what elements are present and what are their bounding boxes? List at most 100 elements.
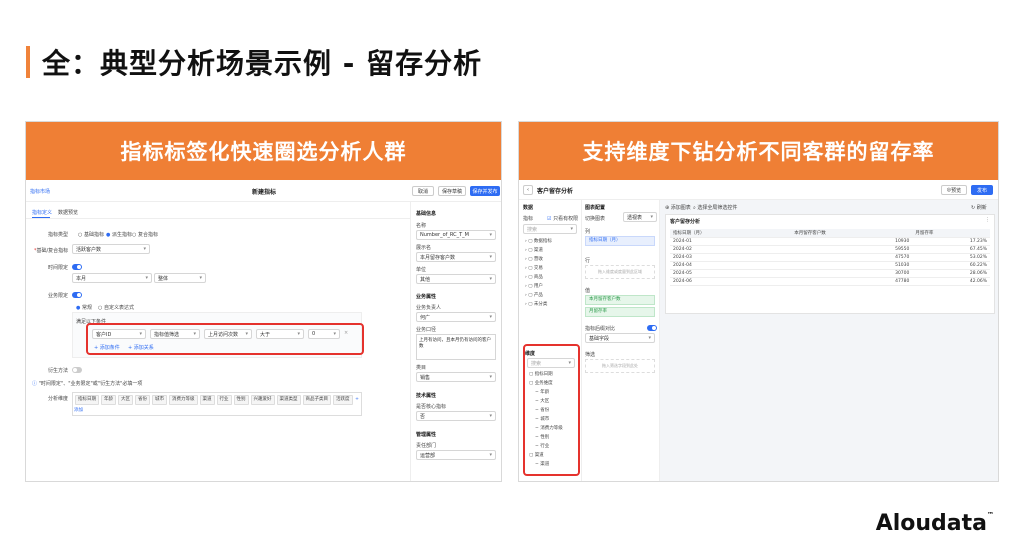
brand-logo: Aloudata™	[875, 511, 994, 536]
more-icon[interactable]: ⋮	[985, 217, 990, 223]
dim-tag[interactable]: 渠道	[199, 395, 215, 405]
value-label: 值	[585, 288, 591, 294]
drill-toggle[interactable]	[647, 325, 657, 331]
biz-option-expr[interactable]: ○ 自定义表达式	[98, 304, 134, 311]
dim-tag[interactable]: 城市	[152, 395, 167, 405]
dim-tag[interactable]: 大区	[118, 395, 133, 405]
column-header[interactable]: 月留存率	[912, 229, 990, 238]
global-filter-button[interactable]: ⌕ 选择全局筛选控件	[693, 204, 737, 211]
folder-item[interactable]: › ▢ 未分类	[525, 300, 552, 309]
table-row: 2024-03 47570 53.02%	[670, 253, 990, 262]
column-header[interactable]: 本月留存客户数	[791, 229, 913, 238]
dimension-highlight	[523, 344, 580, 476]
derive-toggle[interactable]	[72, 367, 82, 373]
report-title: 客户留存分析	[537, 188, 574, 195]
core-select[interactable]: 否	[416, 411, 496, 421]
dimension-tags[interactable]: 指标日期 年龄 大区 省份 城市 消费力等级 渠道 行业 性别 兴趣爱好 渠道类型 商品子类目 活跃度 …	[72, 392, 362, 416]
name-label: 名称	[416, 223, 427, 229]
base-metric-select[interactable]: 活跃客户数	[72, 244, 150, 254]
add-chart-button[interactable]: ⊕ 添加图表	[665, 204, 691, 211]
derive-label: 衍生方法	[48, 368, 69, 374]
required-note: ⓘ "时间限定"、"业务限定"或"衍生方法"必填一项	[32, 381, 143, 387]
save-publish-button[interactable]: 保存并发布	[470, 186, 500, 196]
dim-tag[interactable]: 行业	[216, 395, 232, 405]
time-toggle[interactable]	[72, 264, 82, 270]
table-row: 2024-04 51030 60.22%	[670, 261, 990, 270]
owner-select[interactable]: 何广	[416, 312, 496, 322]
type-option-composite[interactable]: ○ 复合指标	[132, 231, 158, 238]
display-input[interactable]: 本月留存客户数	[416, 252, 496, 262]
right-banner: 支持维度下钻分析不同客群的留存率	[519, 122, 998, 180]
publish-button[interactable]: 发布	[971, 185, 993, 195]
only-permission-checkbox[interactable]: ☑ 只看有权限	[547, 215, 578, 222]
cell: 47570	[791, 253, 913, 262]
dim-tag[interactable]: 兴趣爱好	[250, 395, 275, 405]
dim-tag[interactable]: 省份	[135, 395, 150, 405]
folder-item[interactable]: › ▢ 渠道	[525, 246, 552, 255]
cell: 2024-06	[670, 277, 792, 286]
value-chip[interactable]: 本月留存客户数	[585, 295, 655, 305]
refresh-button[interactable]: ↻ 刷新	[971, 204, 987, 211]
dim-tag[interactable]: 年龄	[101, 395, 116, 405]
owner-label: 业务负责人	[416, 305, 442, 311]
tab-definition[interactable]: 指标定义	[32, 209, 52, 216]
table-row: 2024-01 10930 17.23%	[670, 237, 990, 246]
pivot-table: 指标日期（月） 本月留存客户数 月留存率 2024-01 10930 17.23% 20…	[670, 229, 990, 286]
dim-tag[interactable]: 指标日期	[75, 395, 99, 405]
cell: 60.22%	[912, 261, 990, 270]
time-select-1[interactable]: 本月	[72, 273, 152, 283]
basic-info-title: 基础信息	[416, 211, 437, 217]
caliber-label: 业务口径	[416, 327, 437, 333]
data-col-title: 数据	[523, 205, 534, 211]
folder-item[interactable]: › ▢ 营收	[525, 255, 552, 264]
cancel-button[interactable]: 取消	[412, 186, 434, 196]
cell: 2024-03	[670, 253, 792, 262]
preview-button[interactable]: ◎ 预览	[941, 185, 967, 195]
tab-preview[interactable]: 数据预览	[58, 209, 78, 216]
biz-option-normal[interactable]: ● 常规	[76, 304, 92, 311]
left-panel: 指标标签化快速圈选分析人群 指标市场 新建指标 取消 保存草稿 保存并发布 指标…	[25, 121, 502, 482]
category-select[interactable]: 销售	[416, 372, 496, 382]
cell: 47780	[791, 277, 913, 286]
drill-select[interactable]: 基础字段	[585, 333, 655, 343]
biz-toggle[interactable]	[72, 292, 82, 298]
folder-item[interactable]: › ▢ 用户	[525, 282, 552, 291]
chart-type-select[interactable]: 透视表	[623, 212, 657, 222]
dim-tag[interactable]: 活跃度	[333, 395, 353, 405]
dim-tag[interactable]: 渠道类型	[276, 395, 301, 405]
time-label: 时间限定	[48, 265, 69, 271]
caliber-textarea[interactable]: 上月有访问，且本月仍有访问的客户数	[416, 334, 496, 360]
cell: 10930	[791, 237, 913, 246]
folder-item[interactable]: › ▢ 产品	[525, 291, 552, 300]
cell: 2024-05	[670, 269, 792, 278]
name-input[interactable]: Number_of_RC_T_M	[416, 230, 496, 240]
column-header[interactable]: 指标日期（月）	[670, 229, 792, 238]
back-link[interactable]: 指标市场	[30, 188, 50, 195]
filter-drop-zone[interactable]: 拖入筛选字段到此处	[585, 359, 655, 373]
core-label: 是否核心指标	[416, 404, 447, 410]
dept-select[interactable]: 运营部	[416, 450, 496, 460]
cell: 42.06%	[912, 277, 990, 286]
type-option-derived[interactable]: ● 派生指标	[106, 231, 132, 238]
dim-tag[interactable]: 商品子类目	[302, 395, 331, 405]
back-button[interactable]: ‹	[523, 185, 533, 195]
left-banner: 指标标签化快速圈选分析人群	[26, 122, 501, 180]
dim-tag[interactable]: 性别	[233, 395, 249, 405]
folder-item[interactable]: › ▢ 数据指标	[525, 237, 552, 246]
time-select-2[interactable]: 整体	[154, 273, 206, 283]
folder-item[interactable]: › ▢ 交易	[525, 264, 552, 273]
screen-title: 新建指标	[252, 189, 277, 196]
unit-select[interactable]: 其他	[416, 274, 496, 284]
mgmt-attr-title: 管理属性	[416, 432, 437, 438]
row-drop-zone[interactable]: 拖入维度或度量到此区域	[585, 265, 655, 279]
cell: 2024-02	[670, 245, 792, 254]
chart-card: 客户留存分析 ⋮ 指标日期（月） 本月留存客户数 月留存率 2024-01 10930…	[665, 214, 995, 314]
data-search-input[interactable]: 搜索	[523, 224, 577, 234]
type-option-basic[interactable]: ○ 基础指标	[78, 231, 104, 238]
col-field-chip[interactable]: 指标日期（月）	[585, 236, 655, 246]
value-chip[interactable]: 月留存率	[585, 307, 655, 317]
dim-tag[interactable]: 消费力等级	[169, 395, 198, 405]
save-draft-button[interactable]: 保存草稿	[438, 186, 466, 196]
drill-label: 指标后缀对比	[585, 326, 616, 332]
folder-item[interactable]: › ▢ 商品	[525, 273, 552, 282]
